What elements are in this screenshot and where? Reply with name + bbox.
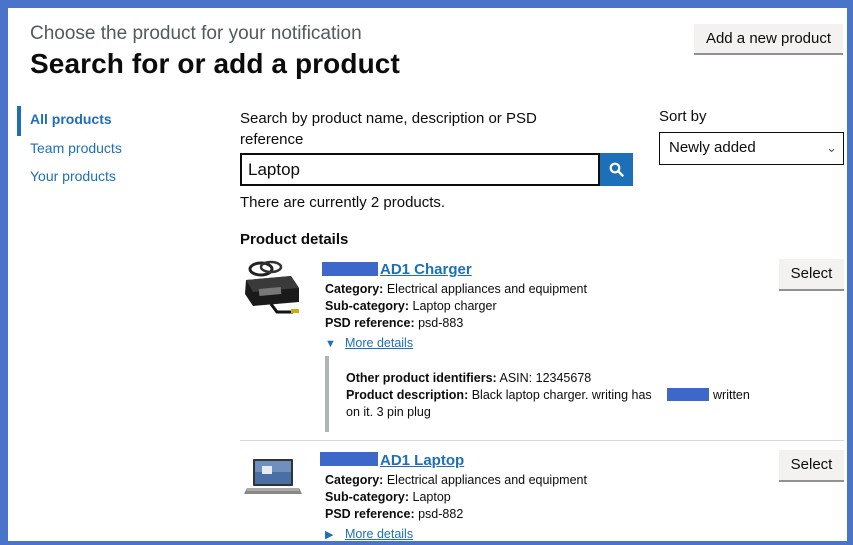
search-button[interactable] xyxy=(600,153,633,186)
page-title: Search for or add a product xyxy=(30,48,400,79)
search-icon xyxy=(609,162,624,177)
product-thumbnail-laptop xyxy=(244,456,302,504)
sort-select[interactable]: Newly added ⌄ xyxy=(659,132,844,165)
product-identifiers: Other product identifiers: ASIN: 1234567… xyxy=(346,371,592,385)
product-title-link[interactable]: AD1 Charger xyxy=(380,261,472,278)
chevron-down-icon: ⌄ xyxy=(826,140,837,155)
product-subcategory: Sub-category: Laptop xyxy=(325,490,451,504)
product-divider xyxy=(240,440,844,441)
search-input[interactable]: Laptop xyxy=(240,153,600,186)
product-description: Product description: Black laptop charge… xyxy=(346,388,652,402)
sidebar-item-your-products[interactable]: Your products xyxy=(30,168,116,184)
product-description-line2: on it. 3 pin plug xyxy=(346,405,431,419)
add-new-product-button[interactable]: Add a new product xyxy=(694,24,843,55)
triangle-right-icon: ▶ xyxy=(325,529,334,541)
product-category: Category: Electrical appliances and equi… xyxy=(325,282,587,296)
product-thumbnail-charger xyxy=(241,258,303,316)
select-product-button[interactable]: Select xyxy=(779,450,844,482)
product-psd-reference: PSD reference: psd-883 xyxy=(325,316,464,330)
product-category: Category: Electrical appliances and equi… xyxy=(325,473,587,487)
sidebar-item-team-products[interactable]: Team products xyxy=(30,140,122,156)
sort-label: Sort by xyxy=(659,108,707,125)
product-title-link[interactable]: AD1 Laptop xyxy=(380,452,464,469)
page-caption: Choose the product for your notification xyxy=(30,23,362,44)
redacted-text xyxy=(667,388,709,401)
product-subcategory: Sub-category: Laptop charger xyxy=(325,299,497,313)
product-psd-reference: PSD reference: psd-882 xyxy=(325,507,464,521)
product-description-continued: written xyxy=(713,388,750,402)
sidebar-item-all-products[interactable]: All products xyxy=(30,111,112,127)
more-details-toggle[interactable]: ▶ More details xyxy=(325,527,413,541)
redacted-brand xyxy=(320,452,378,466)
sort-selected-value: Newly added xyxy=(669,139,756,156)
active-nav-indicator xyxy=(17,106,21,136)
more-details-toggle[interactable]: ▼ More details xyxy=(325,336,413,350)
product-details-heading: Product details xyxy=(240,231,349,248)
search-label: Search by product name, description or P… xyxy=(240,110,537,148)
triangle-down-icon: ▼ xyxy=(325,338,336,350)
redacted-brand xyxy=(322,262,378,276)
results-count: There are currently 2 products. xyxy=(240,194,446,211)
select-product-button[interactable]: Select xyxy=(779,259,844,291)
